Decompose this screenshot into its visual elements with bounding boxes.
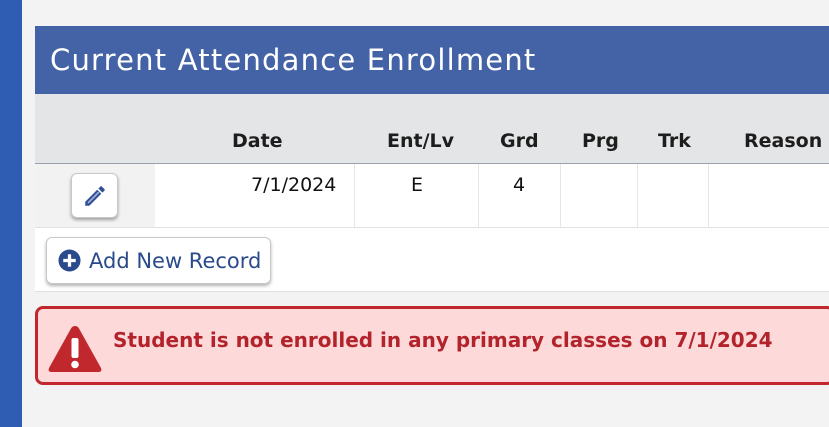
table-header-row: Date Ent/Lv Grd Prg Trk Reason [35,94,829,164]
cell-grd: 4 [513,174,526,196]
column-separator [637,164,638,227]
column-header-prg: Prg [582,130,619,152]
column-header-trk: Trk [658,130,691,152]
column-separator [478,164,479,227]
error-alert: Student is not enrolled in any primary c… [35,306,829,385]
panel-title: Current Attendance Enrollment [35,26,829,94]
column-header-date: Date [232,130,283,152]
table-row: 7/1/2024 E 4 [35,164,829,228]
plus-circle-icon [58,249,81,272]
pencil-icon [84,185,105,206]
alert-message: Student is not enrolled in any primary c… [113,328,773,352]
row-edit-cell [35,164,155,227]
warning-triangle-icon [48,326,102,372]
add-record-area: Add New Record [35,228,829,292]
column-header-reason: Reason [744,130,823,152]
cell-date: 7/1/2024 [251,174,337,196]
add-new-record-button[interactable]: Add New Record [46,237,271,284]
cell-ent-lv: E [411,174,424,196]
add-new-record-label: Add New Record [89,248,262,273]
column-separator [354,164,355,227]
column-separator [708,164,709,227]
attendance-enrollment-panel: Current Attendance Enrollment Date Ent/L… [35,26,829,386]
column-header-grd: Grd [500,130,539,152]
edit-button[interactable] [71,173,118,218]
left-rail [0,0,22,427]
column-separator [560,164,561,227]
column-header-ent-lv: Ent/Lv [387,130,455,152]
